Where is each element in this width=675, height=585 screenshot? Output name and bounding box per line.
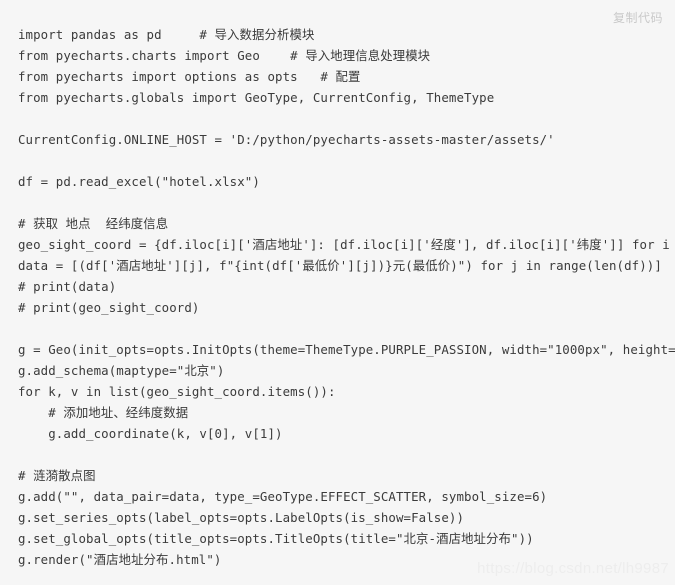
code-line: CurrentConfig.ONLINE_HOST = 'D:/python/p… bbox=[18, 132, 555, 147]
code-line: # 涟漪散点图 bbox=[18, 468, 96, 483]
code-line: df = pd.read_excel("hotel.xlsx") bbox=[18, 174, 260, 189]
code-line: data = [(df['酒店地址'][j], f"{int(df['最低价']… bbox=[18, 258, 662, 273]
code-line: g.set_series_opts(label_opts=opts.LabelO… bbox=[18, 510, 465, 525]
code-line: # 添加地址、经纬度数据 bbox=[18, 405, 189, 420]
code-line: g.add_coordinate(k, v[0], v[1]) bbox=[18, 426, 283, 441]
code-line: for k, v in list(geo_sight_coord.items()… bbox=[18, 384, 336, 399]
code-line: # print(geo_sight_coord) bbox=[18, 300, 200, 315]
code-line: g = Geo(init_opts=opts.InitOpts(theme=Th… bbox=[18, 342, 675, 357]
code-line: # 获取 地点 经纬度信息 bbox=[18, 216, 169, 231]
code-line: g.set_global_opts(title_opts=opts.TitleO… bbox=[18, 531, 534, 546]
code-line: import pandas as pd # 导入数据分析模块 bbox=[18, 27, 315, 42]
code-block-container: 复制代码 import pandas as pd # 导入数据分析模块 from … bbox=[0, 0, 675, 585]
code-line: geo_sight_coord = {df.iloc[i]['酒店地址']: [… bbox=[18, 237, 675, 252]
code-line: g.add("", data_pair=data, type_=GeoType.… bbox=[18, 489, 548, 504]
code-listing: import pandas as pd # 导入数据分析模块 from pyech… bbox=[18, 24, 675, 585]
code-line: from pyecharts.globals import GeoType, C… bbox=[18, 90, 495, 105]
code-line: from pyecharts.charts import Geo # 导入地理信… bbox=[18, 48, 431, 63]
code-line: g.add_schema(maptype="北京") bbox=[18, 363, 225, 378]
code-line: from pyecharts import options as opts # … bbox=[18, 69, 361, 84]
watermark-text: https://blog.csdn.net/lh9987 bbox=[477, 560, 669, 577]
code-line: # print(data) bbox=[18, 279, 117, 294]
